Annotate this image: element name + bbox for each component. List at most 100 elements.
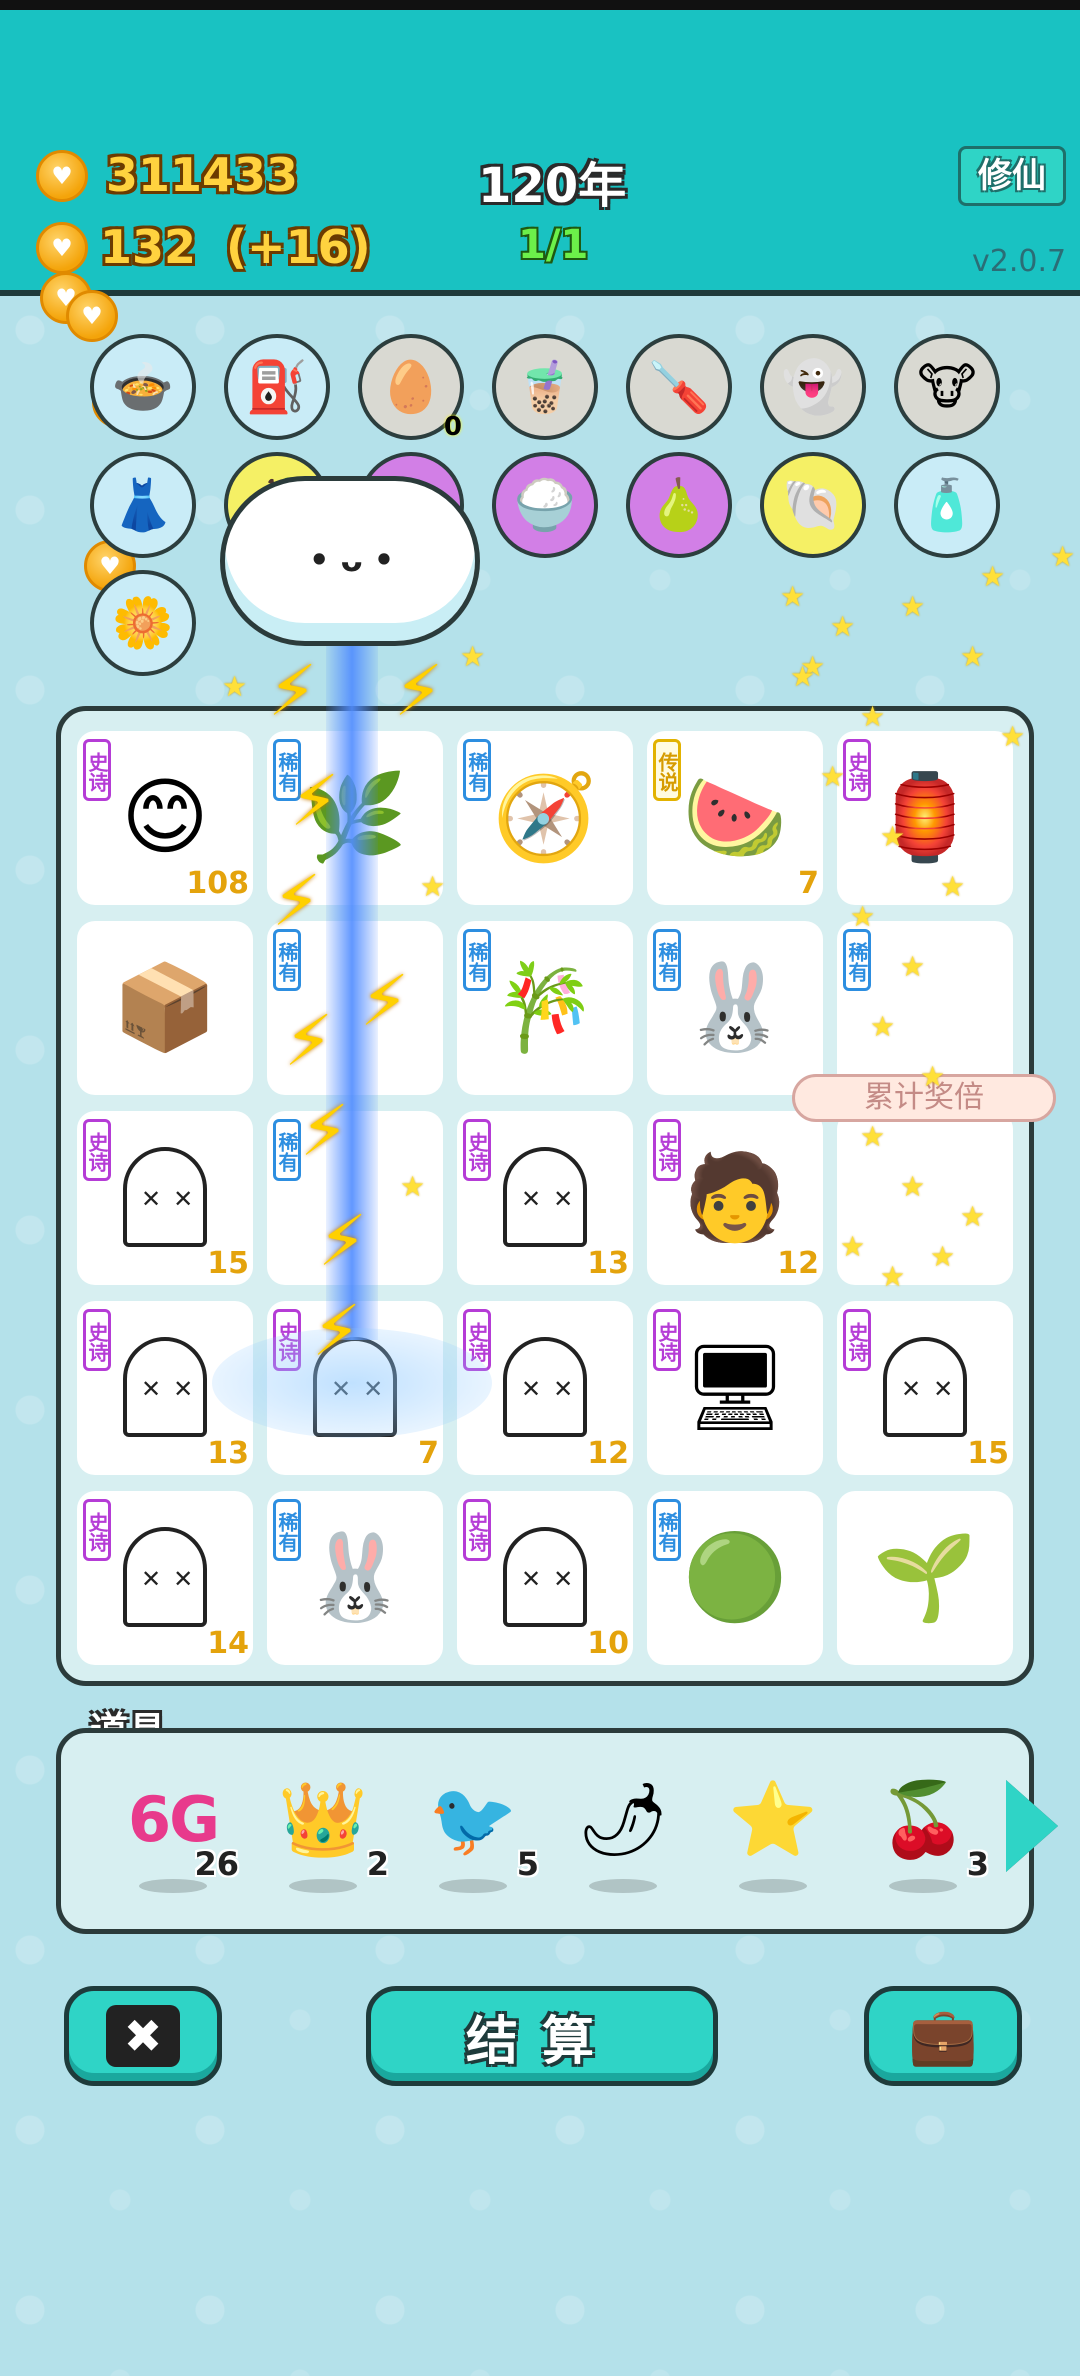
lightning-bolt-icon: ⚡ [360, 960, 410, 1042]
ghost-body: ✕✕ [503, 1337, 587, 1437]
lightning-bolt-icon: ⚡ [300, 1090, 350, 1172]
pomelo-icon[interactable]: 🍐 [626, 452, 732, 558]
coin-icon: ♥ [36, 150, 88, 202]
cell-ghost[interactable]: 史诗 ✕✕ 10 [457, 1491, 633, 1665]
chili-icon-glyph: 🌶 [577, 1776, 669, 1861]
sparkle-star-icon: ★ [940, 870, 966, 903]
lightning-bolt-icon: ⚡ [312, 1290, 362, 1372]
ghost-body: ✕✕ [883, 1337, 967, 1437]
sparkle-star-icon: ★ [790, 660, 816, 693]
skirt-icon-glyph: 👗 [111, 475, 175, 534]
pump-icon[interactable]: ⛽ [224, 334, 330, 440]
star-icon-glyph: ⭐ [728, 1776, 818, 1861]
prop-count: 26 [194, 1845, 239, 1883]
skirt-icon[interactable]: 👗 [90, 452, 196, 558]
top-bar: ♥ 311433 ♥ 132 (+16) 120年 1/1 修仙 v2.0.7 [0, 0, 1080, 296]
year-counter: 120年 [478, 158, 627, 214]
bag-button[interactable]: 💼 [864, 1986, 1022, 2086]
props-next-arrow[interactable] [1006, 1780, 1058, 1872]
cell-fan-gauge[interactable]: 稀有 🧭 [457, 731, 633, 905]
cultivate-button[interactable]: 修仙 [958, 146, 1066, 206]
income-coin-icon: ♥ [36, 222, 88, 274]
crown-icon[interactable]: 👑 2 [263, 1769, 389, 1899]
rice-cooker-icon[interactable]: 🍲 [90, 334, 196, 440]
cows-icon[interactable]: 🐮 [894, 334, 1000, 440]
item-art-icon: 🍉 [682, 767, 788, 866]
sparkle-star-icon: ★ [930, 1240, 956, 1273]
cell-ghost[interactable]: 史诗 ✕✕ 13 [457, 1111, 633, 1285]
item-art-icon: 🖥 [681, 1337, 789, 1436]
close-icon: ✖ [105, 2005, 181, 2067]
lychee-icon[interactable]: 🍒 3 [863, 1769, 989, 1899]
item-count: 10 [587, 1626, 629, 1661]
potted-flower-icon[interactable]: 🌼 [90, 570, 196, 676]
star-icon[interactable]: ⭐ [713, 1769, 833, 1899]
cell-sprout[interactable]: 🌱 [837, 1491, 1013, 1665]
briefcase-icon: 💼 [908, 2004, 978, 2069]
bird-icon-glyph: 🐦 [428, 1776, 518, 1861]
cell-yellow-chick[interactable]: 史诗 😊 108 [77, 731, 253, 905]
shell-icon[interactable]: 🐚 [760, 452, 866, 558]
lightning-bolt-icon: ⚡ [272, 860, 322, 942]
bottle-icon[interactable]: 🧴 [894, 452, 1000, 558]
bird-icon[interactable]: 🐦 5 [413, 1769, 539, 1899]
ghost-icon-glyph: 👻 [781, 357, 845, 416]
ghost-body: ✕✕ [123, 1527, 207, 1627]
prop-count: 2 [366, 1845, 389, 1883]
sparkle-star-icon: ★ [870, 1010, 896, 1043]
prop-shadow [439, 1879, 507, 1893]
discard-button[interactable]: ✖ [64, 1986, 222, 2086]
cell-ghost[interactable]: 史诗 ✕✕ 15 [77, 1111, 253, 1285]
ghost-eyes: ✕✕ [521, 1185, 586, 1213]
chili-icon[interactable]: 🌶 [563, 1769, 683, 1899]
sparkle-star-icon: ★ [880, 820, 906, 853]
ghost-icon: ✕✕ [107, 1519, 223, 1635]
settle-label: 结算 [465, 2011, 618, 2072]
cell-green-cap-man[interactable]: 史诗 🧑 12 [647, 1111, 823, 1285]
sparkle-star-icon: ★ [850, 900, 876, 933]
sparkle-star-icon: ★ [420, 870, 446, 903]
crown-icon-glyph: 👑 [278, 1776, 368, 1861]
ghost-icon: ✕✕ [107, 1139, 223, 1255]
screwdriver-icon[interactable]: 🪛 [626, 334, 732, 440]
sparkle-star-icon: ★ [460, 640, 486, 673]
lightning-bolt-icon: ⚡ [394, 650, 444, 732]
rice-bowl-icon[interactable]: 🍚 [492, 452, 598, 558]
cell-bamboo[interactable]: 稀有 🎋 [457, 921, 633, 1095]
item-art-icon: 📦 [112, 957, 218, 1056]
sparkle-star-icon: ★ [920, 1060, 946, 1093]
rice-bowl-icon-glyph: 🍚 [513, 475, 577, 534]
cell-rabbit[interactable]: 稀有 🐰 [267, 1491, 443, 1665]
cell-ghost[interactable]: 史诗 ✕✕ 15 [837, 1301, 1013, 1475]
cows-icon-glyph: 🐮 [917, 358, 977, 416]
6g-icon[interactable]: 6G 26 [113, 1769, 239, 1899]
ghost-eyes: ✕✕ [521, 1565, 586, 1593]
cell-graphics-card[interactable]: 史诗 🖥 [647, 1301, 823, 1475]
cell-lantern-box[interactable]: 史诗 🏮 [837, 731, 1013, 905]
lychee-icon-glyph: 🍒 [878, 1776, 968, 1861]
income-value: 132 [100, 220, 197, 274]
cell-package[interactable]: 📦 [77, 921, 253, 1095]
pump-icon-glyph: ⛽ [245, 357, 309, 416]
flying-coin-icon: ♥ [66, 290, 118, 342]
item-count: 12 [587, 1436, 629, 1471]
milk-tea-icon[interactable]: 🧋 [492, 334, 598, 440]
ghost-icon[interactable]: 👻 [760, 334, 866, 440]
egg-tray-icon[interactable]: 🥚 0 [358, 334, 464, 442]
prop-shadow [589, 1879, 657, 1893]
milk-tea-icon-glyph: 🧋 [513, 357, 577, 416]
item-art-icon: 🧭 [492, 767, 598, 866]
cell-ghost[interactable]: 史诗 ✕✕ 14 [77, 1491, 253, 1665]
ghost-body: ✕✕ [503, 1527, 587, 1627]
cell-rabbit[interactable]: 稀有 🐰 [647, 921, 823, 1095]
settle-button[interactable]: 结算 [366, 1986, 718, 2086]
cloud-mascot: • ᴗ • [220, 476, 480, 646]
ghost-eyes: ✕✕ [141, 1375, 206, 1403]
cell-watermelon[interactable]: 传说 🍉 7 [647, 731, 823, 905]
cell-green-ball[interactable]: 稀有 🟢 [647, 1491, 823, 1665]
prop-shadow [889, 1879, 957, 1893]
sparkle-star-icon: ★ [1050, 540, 1076, 573]
sparkle-star-icon: ★ [900, 1170, 926, 1203]
sparkle-star-icon: ★ [860, 1120, 886, 1153]
item-art-icon: 🧑 [682, 1147, 788, 1246]
